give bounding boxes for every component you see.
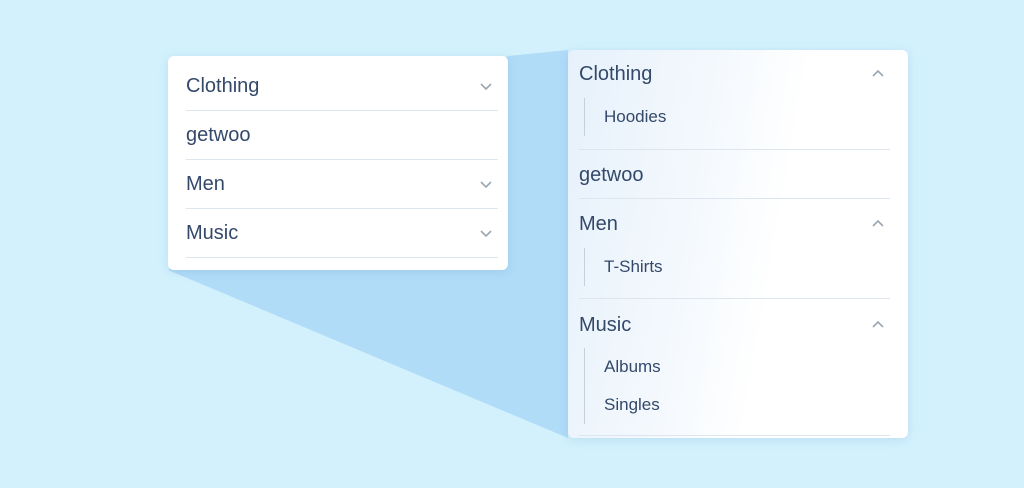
divider xyxy=(579,198,890,199)
divider xyxy=(579,435,890,436)
menu-item-label: getwoo xyxy=(186,123,251,146)
category-menu-collapsed: Clothing getwoo Men Music xyxy=(168,56,508,270)
submenu-men: T-Shirts xyxy=(584,248,663,286)
menu-item-label: Music xyxy=(186,221,239,244)
menu-item-men[interactable]: Men xyxy=(579,206,890,242)
divider xyxy=(579,149,890,150)
submenu-music: Albums Singles xyxy=(584,348,661,424)
submenu-item-hoodies[interactable]: Hoodies xyxy=(585,98,666,136)
submenu-item-t-shirts[interactable]: T-Shirts xyxy=(585,248,663,286)
submenu-item-singles[interactable]: Singles xyxy=(585,386,661,424)
chevron-up-icon[interactable] xyxy=(870,216,886,232)
chevron-down-icon[interactable] xyxy=(478,176,494,192)
menu-item-music[interactable]: Music xyxy=(186,209,498,258)
menu-item-label: Music xyxy=(579,313,632,336)
submenu-clothing: Hoodies xyxy=(584,98,666,136)
submenu-item-albums[interactable]: Albums xyxy=(585,348,661,386)
chevron-up-icon[interactable] xyxy=(870,66,886,82)
menu-item-clothing[interactable]: Clothing xyxy=(579,56,890,92)
chevron-down-icon[interactable] xyxy=(478,78,494,94)
menu-item-clothing[interactable]: Clothing xyxy=(186,62,498,111)
menu-item-men[interactable]: Men xyxy=(186,160,498,209)
divider xyxy=(579,298,890,299)
menu-item-label: getwoo xyxy=(579,163,644,186)
menu-item-label: Men xyxy=(186,172,225,195)
menu-item-getwoo[interactable]: getwoo xyxy=(186,111,498,160)
chevron-up-icon[interactable] xyxy=(870,317,886,333)
chevron-down-icon[interactable] xyxy=(478,225,494,241)
category-menu-expanded: Clothing Hoodies getwoo Men T-Shirts Mus… xyxy=(568,50,908,438)
menu-item-label: Clothing xyxy=(186,74,260,97)
menu-item-getwoo[interactable]: getwoo xyxy=(579,157,890,193)
menu-item-music[interactable]: Music xyxy=(579,307,890,343)
menu-item-label: Men xyxy=(579,212,618,235)
menu-item-label: Clothing xyxy=(579,62,653,85)
